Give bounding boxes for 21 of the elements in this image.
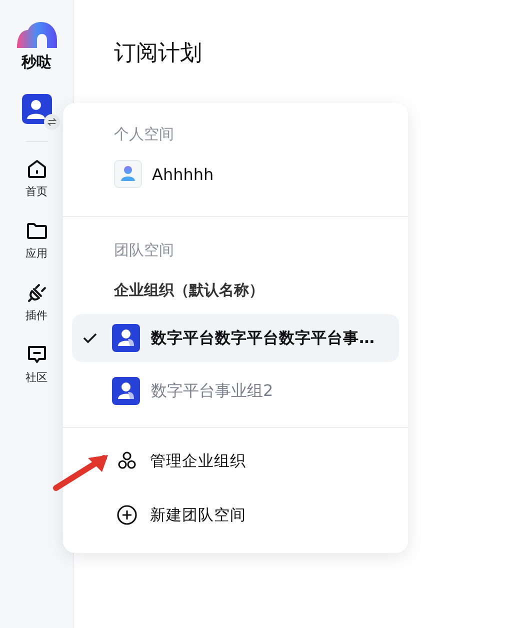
page-title: 订阅计划 — [114, 40, 203, 68]
menu-action[interactable]: 新建团队空间 — [114, 504, 399, 526]
organization-name: 企业组织（默认名称） — [114, 281, 265, 300]
nav-item[interactable]: 社区 — [24, 343, 48, 385]
section-heading: 个人空间 — [114, 125, 175, 144]
team-space-item[interactable]: 数字平台事业组2 — [72, 367, 399, 415]
swap-icon[interactable] — [44, 114, 60, 130]
add-icon — [116, 504, 138, 526]
menu-action[interactable]: 管理企业组织 — [114, 450, 399, 472]
team-avatar-icon — [112, 377, 140, 405]
nav-item[interactable]: 应用 — [24, 219, 48, 261]
section-heading: 团队空间 — [114, 241, 175, 260]
nav-item[interactable]: 首页 — [24, 157, 48, 199]
app-name: 秒哒 — [22, 53, 52, 72]
nav-item[interactable]: 插件 — [24, 281, 48, 323]
team-avatar-icon — [112, 324, 140, 352]
personal-space-item[interactable]: Ahhhhh — [114, 160, 399, 216]
user-avatar-icon — [114, 160, 142, 188]
team-space-item[interactable]: 数字平台数字平台数字平台事… — [72, 314, 399, 362]
team-avatar-icon[interactable] — [22, 94, 52, 124]
logo-icon — [16, 22, 56, 48]
